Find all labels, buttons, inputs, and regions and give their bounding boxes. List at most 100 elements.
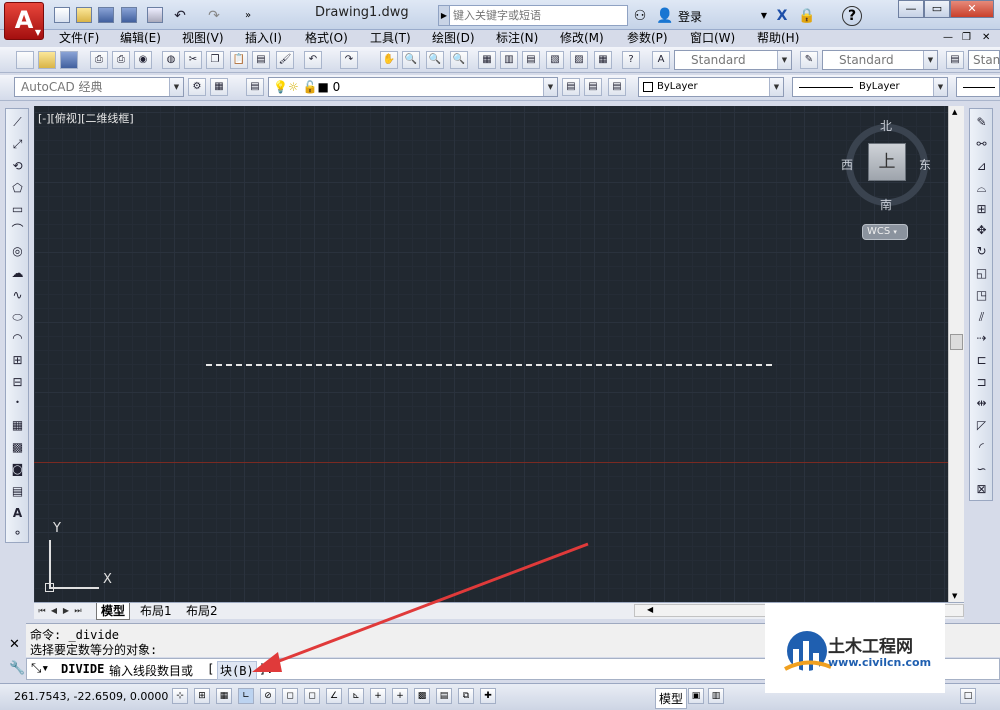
new-icon[interactable] [16,51,34,69]
menu-tools[interactable]: 工具(T) [370,30,411,46]
more-icon[interactable]: » [240,8,256,24]
lineweight-select[interactable] [956,77,1000,97]
polygon-icon[interactable]: ⬠ [9,180,26,197]
save-icon[interactable] [60,51,78,69]
menu-window[interactable]: 窗口(W) [690,30,735,46]
menu-edit[interactable]: 编辑(E) [120,30,161,46]
search-box[interactable]: ▶ [438,5,628,26]
workspace-select[interactable]: AutoCAD 经典 ▼ [14,77,184,97]
ellipse-icon[interactable]: ⬭ [9,309,26,326]
quick-view-layouts-icon[interactable]: ▣ [688,688,704,704]
menu-view[interactable]: 视图(V) [182,30,224,46]
binoculars-icon[interactable]: ⚇ [632,8,648,24]
design-center-icon[interactable]: ▥ [500,51,518,69]
blend-curves-icon[interactable]: ∽ [973,461,990,478]
ellipse-arc-icon[interactable]: ◠ [9,330,26,347]
ortho-icon[interactable]: ∟ [238,688,254,704]
exchange-icon[interactable]: X [774,8,790,24]
cut-icon[interactable]: ✂ [184,51,202,69]
erase-icon[interactable]: ✎ [973,114,990,131]
transparency-icon[interactable]: ▩ [414,688,430,704]
prev-tab-icon[interactable]: ◀ [49,605,59,617]
text-style-select[interactable]: Standard ▼ [674,50,792,70]
polyline-icon[interactable]: ⟲ [9,158,26,175]
save-icon[interactable] [98,7,114,23]
arc-icon[interactable]: ⌒ [9,222,26,239]
doc-close-icon[interactable]: ✕ [982,30,990,46]
compass-west[interactable]: 西 [841,156,853,173]
tool-palettes-icon[interactable]: ▤ [522,51,540,69]
next-tab-icon[interactable]: ▶ [61,605,71,617]
scroll-thumb[interactable] [950,334,963,350]
annotation-monitor-icon[interactable]: ✚ [480,688,496,704]
last-tab-icon[interactable]: ⏭ [73,605,83,617]
subscription-icon[interactable]: 🔒 [798,8,815,24]
table-icon[interactable]: ▤ [9,483,26,500]
viewcube-top-face[interactable]: 上 [868,143,906,181]
circle-icon[interactable]: ◎ [9,243,26,260]
explode-icon[interactable]: ⊠ [973,481,990,498]
break-at-point-icon[interactable]: ⊏ [973,352,990,369]
selected-line[interactable] [206,364,772,366]
calculator-icon[interactable]: ▦ [594,51,612,69]
properties-icon[interactable]: ▦ [478,51,496,69]
copy-icon[interactable]: ❐ [206,51,224,69]
linetype-select[interactable]: ByLayer ▼ [792,77,948,97]
table-style-icon[interactable]: ▤ [946,51,964,69]
menu-draw[interactable]: 绘图(D) [432,30,475,46]
spline-icon[interactable]: ∿ [9,287,26,304]
layer-previous-icon[interactable]: ▤ [584,78,602,96]
compass-east[interactable]: 东 [919,156,931,173]
match-properties-icon[interactable]: ▤ [252,51,270,69]
undo-icon[interactable]: ↶ [304,51,322,69]
stretch-icon[interactable]: ◳ [973,287,990,304]
open-folder-icon[interactable] [76,7,92,23]
dim-style-icon[interactable]: ✎ [800,51,818,69]
open-icon[interactable] [38,51,56,69]
redo-icon[interactable]: ↷ [206,8,222,24]
extend-icon[interactable]: ⇢ [973,330,990,347]
construction-line-icon[interactable]: ⤢ [9,136,26,153]
object-snap-icon[interactable]: ◻ [282,688,298,704]
rotate-icon[interactable]: ↻ [973,243,990,260]
compass-south[interactable]: 南 [880,196,892,213]
coordinates-readout[interactable]: 261.7543, -22.6509, 0.0000 [14,690,168,703]
selection-cycling-icon[interactable]: ⧉ [458,688,474,704]
compass-north[interactable]: 北 [880,117,892,134]
wrench-icon[interactable]: 🔧 [9,661,25,676]
line-icon[interactable]: ⟋ [9,114,26,131]
web-icon[interactable]: ◍ [162,51,180,69]
layer-properties-icon[interactable]: ▤ [246,78,264,96]
point-icon[interactable]: • [9,394,26,411]
dynamic-input-icon[interactable]: + [370,688,386,704]
dynamic-ucs-icon[interactable]: ⊾ [348,688,364,704]
expand-icon[interactable]: ▶ [438,5,450,26]
scroll-up-icon[interactable]: ▲ [952,108,957,116]
snap-mode-icon[interactable]: ⊞ [194,688,210,704]
layer-states-icon[interactable]: ▤ [608,78,626,96]
insert-block-icon[interactable]: ⊞ [9,352,26,369]
hatch-icon[interactable]: ▦ [9,417,26,434]
menu-modify[interactable]: 修改(M) [560,30,604,46]
first-tab-icon[interactable]: ⏮ [37,605,47,617]
tab-layout1[interactable]: 布局1 [136,603,176,620]
doc-restore-icon[interactable]: ❐ [962,30,971,46]
quick-view-drawings-icon[interactable]: ▥ [708,688,724,704]
menu-dimension[interactable]: 标注(N) [496,30,538,46]
model-space-button[interactable]: 模型 [655,688,688,709]
color-select[interactable]: ByLayer ▼ [638,77,784,97]
undo-icon[interactable]: ↶ [172,8,188,24]
maximize-button[interactable]: ▭ [924,0,950,18]
print-preview-icon[interactable]: ⎙ [112,51,130,69]
layer-select[interactable]: 💡☼ 🔓■ 0 ▼ [268,77,558,97]
break-icon[interactable]: ⊐ [973,374,990,391]
sheet-set-icon[interactable]: ▧ [546,51,564,69]
menu-insert[interactable]: 插入(I) [245,30,282,46]
multiline-text-icon[interactable]: A [9,505,26,522]
add-selected-icon[interactable]: ⚬ [9,525,26,542]
paste-icon[interactable]: 📋 [230,51,248,69]
menu-file[interactable]: 文件(F) [59,30,99,46]
fillet-icon[interactable]: ◜ [973,439,990,456]
trim-icon[interactable]: ⫽ [973,309,990,326]
menu-help[interactable]: 帮助(H) [757,30,799,46]
